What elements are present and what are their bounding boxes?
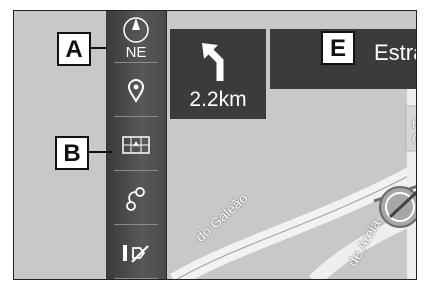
destination-pin-icon (127, 79, 145, 103)
route-button[interactable] (106, 173, 166, 225)
callout-label-e: E (321, 31, 355, 65)
compass-button[interactable]: NE (106, 11, 166, 63)
voice-mute-icon (123, 245, 149, 263)
callout-a-line (90, 47, 106, 49)
turn-distance: 2.2km (189, 88, 247, 111)
compass-heading: NE (125, 44, 147, 61)
map-view-button[interactable] (106, 119, 166, 171)
turn-left-arrow-icon (202, 43, 224, 81)
destination-button[interactable] (106, 65, 166, 117)
map-poi-label: Cl (412, 131, 416, 147)
turn-guidance-panel[interactable]: 2.2km (170, 29, 266, 119)
callout-label-a: A (57, 32, 91, 66)
route-icon (126, 187, 145, 211)
callout-b-line (88, 151, 112, 153)
map-poi-label: Ho (412, 115, 416, 131)
compass-icon (123, 17, 149, 43)
map-view-icon (122, 136, 150, 154)
map-control-bar: NE (106, 11, 167, 279)
callout-label-b: B (55, 136, 89, 170)
next-street-name: Estrada (374, 40, 416, 65)
voice-mute-button[interactable] (106, 227, 166, 279)
